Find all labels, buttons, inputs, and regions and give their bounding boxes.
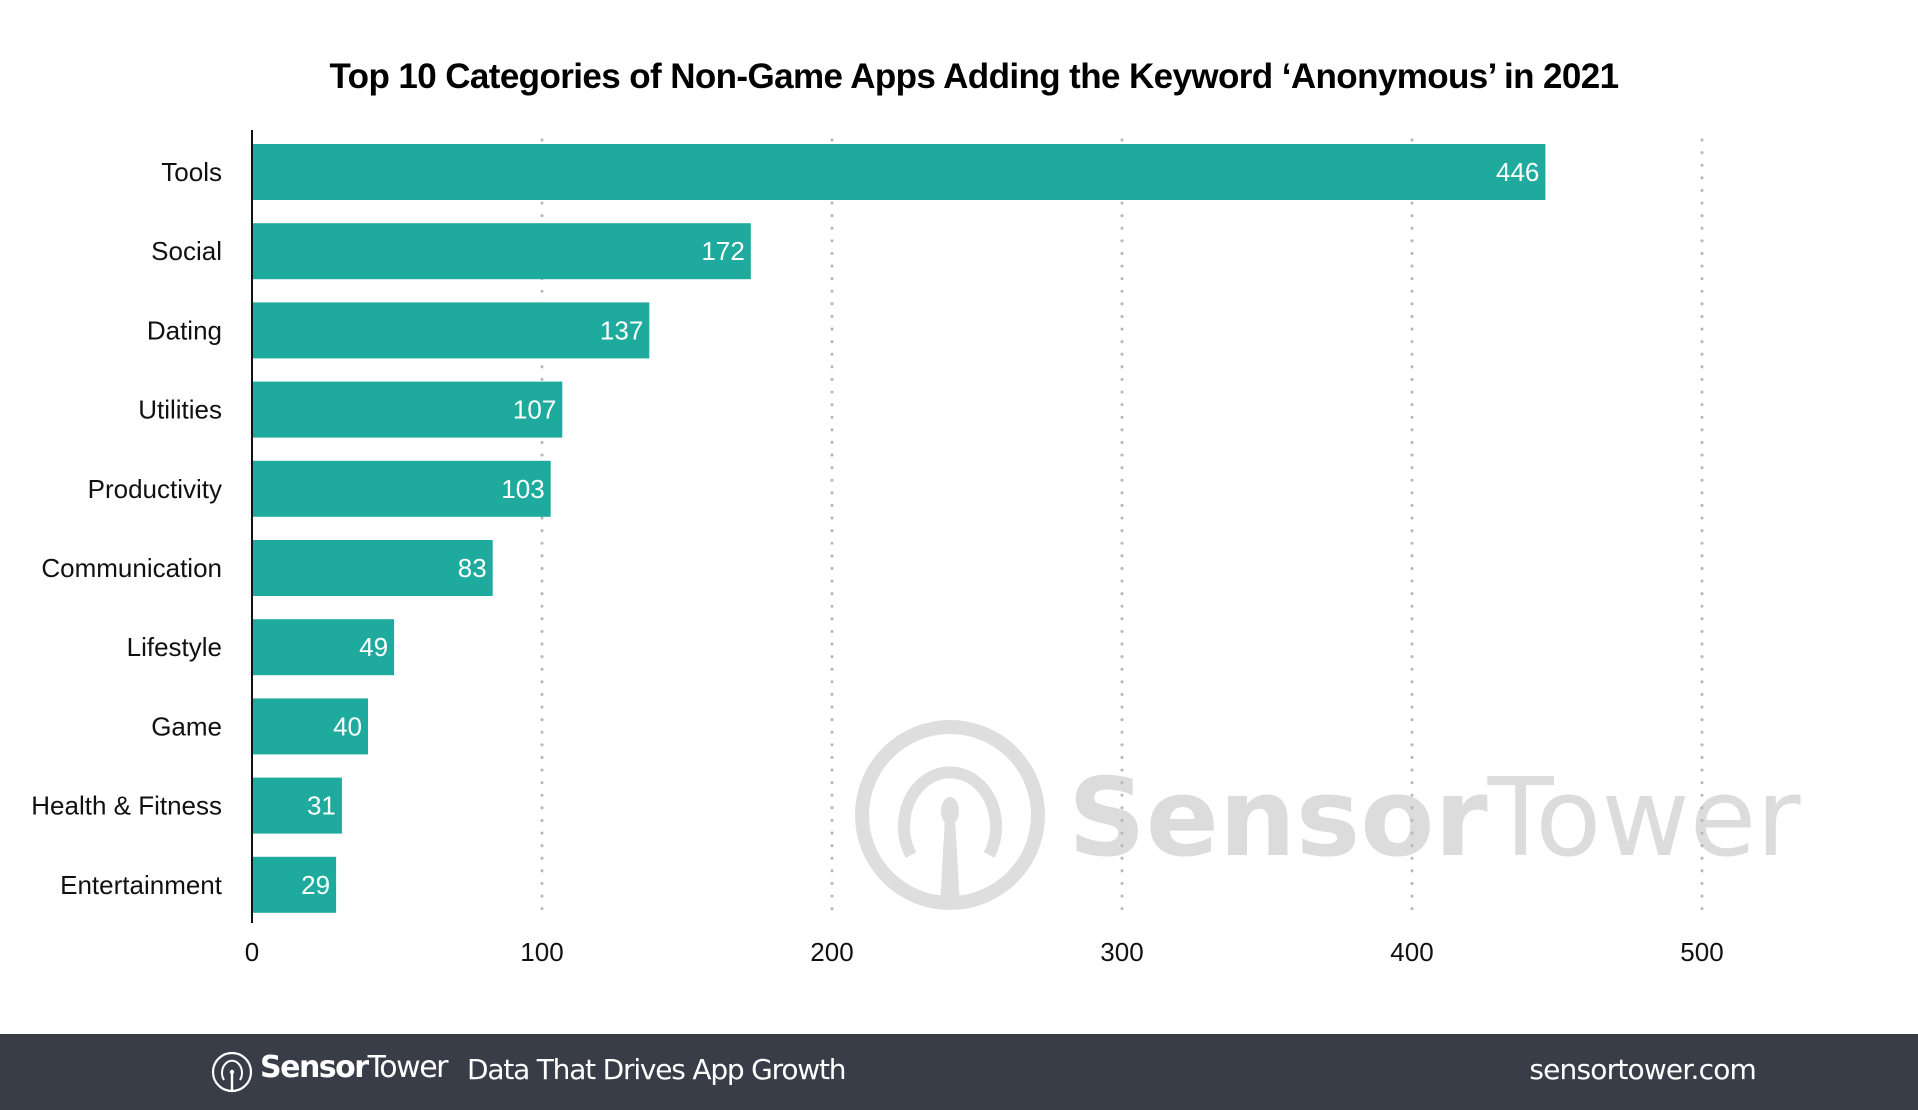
value-label: 49 [359,632,388,662]
bar-chart: SensorTower Tools Social Dating Utilities Pr… [31,130,1801,967]
category-label: Lifestyle [127,632,222,662]
value-label: 446 [1496,157,1539,187]
value-label: 83 [458,553,487,583]
x-tick-label: 400 [1390,937,1433,967]
footer-tagline: Data That Drives App Growth [467,1053,847,1086]
value-label: 103 [501,474,544,504]
category-labels: Tools Social Dating Utilities Productivity Co… [31,157,223,900]
category-label: Dating [147,315,222,345]
bar-tools [253,144,1546,200]
value-label: 137 [600,315,643,345]
category-label: Tools [161,157,222,187]
watermark-text: SensorTower [1068,756,1801,881]
category-label: Utilities [138,395,222,425]
x-tick-label: 300 [1100,937,1143,967]
footer-brand: SensorTower [260,1050,449,1085]
value-label: 107 [513,395,556,425]
value-label: 172 [701,236,744,266]
x-tick-label: 0 [245,937,259,967]
category-label: Game [151,711,222,741]
value-label: 40 [333,711,362,741]
value-label: 29 [301,870,330,900]
footer-url-link[interactable]: sensortower.com [1529,1053,1756,1086]
x-tick-label: 100 [520,937,563,967]
footer-bar: SensorTower Data That Drives App Growth … [0,1034,1918,1110]
x-tick-label: 200 [810,937,853,967]
category-label: Productivity [88,474,222,504]
watermark: SensorTower [855,720,1801,910]
value-label: 31 [307,791,336,821]
x-tick-labels: 0 100 200 300 400 500 [245,937,1724,967]
category-label: Communication [41,553,222,583]
category-label: Social [151,236,222,266]
bar-social [253,223,751,280]
watermark-logo-icon [855,720,1045,910]
bar-dating [253,302,650,359]
bar-communication [253,540,493,596]
category-label: Health & Fitness [31,791,222,821]
category-label: Entertainment [60,870,223,900]
x-tick-label: 500 [1680,937,1723,967]
sensortower-logo-icon [211,1051,253,1093]
